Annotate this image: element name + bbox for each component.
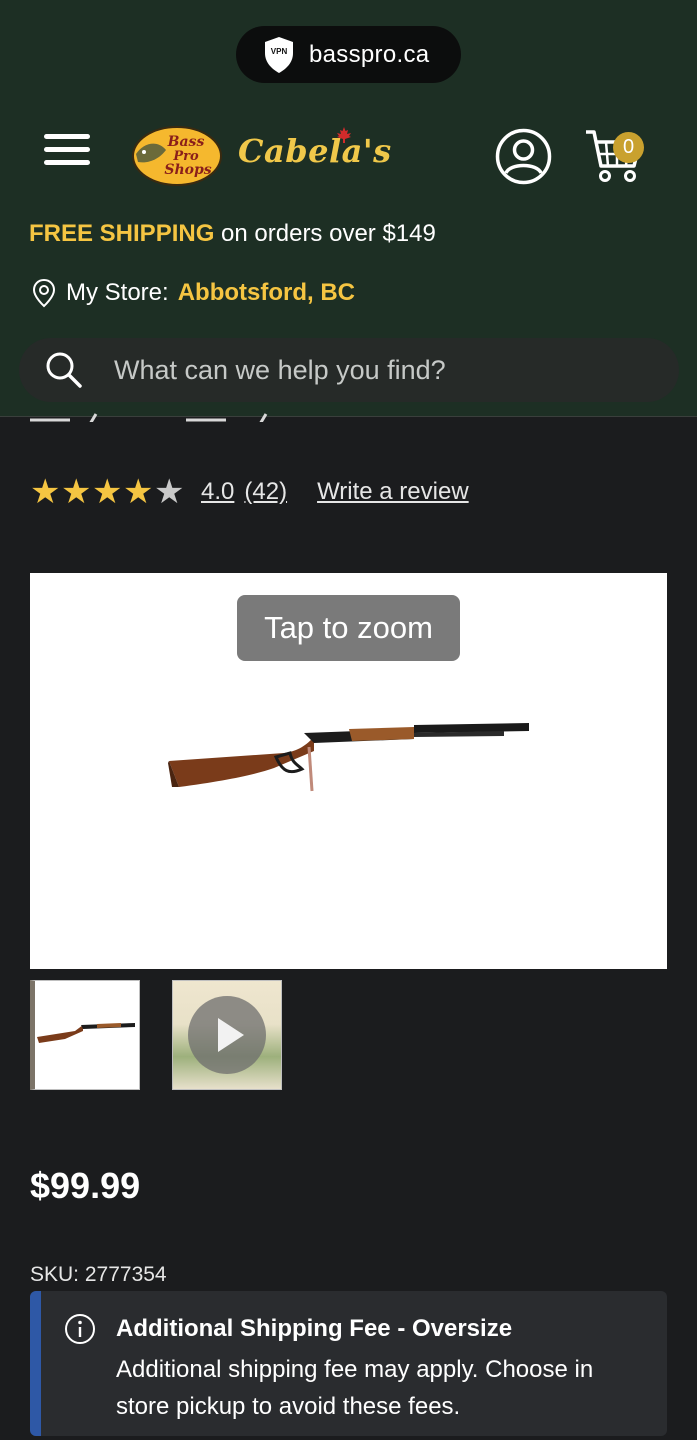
star-icon: ★ <box>30 473 61 511</box>
hamburger-menu-icon[interactable] <box>44 134 90 170</box>
star-icon: ★ <box>92 473 123 511</box>
tap-to-zoom-hint: Tap to zoom <box>237 595 460 661</box>
star-icon: ★ <box>61 473 92 511</box>
account-icon[interactable] <box>495 128 552 185</box>
play-icon <box>218 1018 244 1052</box>
cabelas-logo[interactable]: Cabela's <box>238 132 392 170</box>
bass-pro-shops-logo[interactable]: Bass Pro Shops <box>130 124 224 188</box>
vpn-shield-icon: VPN <box>265 36 293 73</box>
free-shipping-highlight: FREE SHIPPING <box>29 220 215 247</box>
star-icon: ★ <box>123 473 154 511</box>
star-rating: ★ ★ ★ ★ ★ <box>30 475 185 509</box>
search-bar[interactable]: What can we help you find? <box>19 338 679 402</box>
location-pin-icon <box>32 278 56 308</box>
my-store-label: My Store: <box>66 279 169 306</box>
rating-value[interactable]: 4.0 <box>201 478 234 506</box>
product-image[interactable]: Tap to zoom <box>30 573 667 969</box>
search-input[interactable]: What can we help you find? <box>114 355 446 386</box>
star-icon: ★ <box>154 473 185 511</box>
info-icon <box>65 1314 95 1344</box>
thumbnail-image[interactable] <box>30 980 140 1090</box>
review-count[interactable]: (42) <box>244 478 287 506</box>
logo-word-shops: Shops <box>164 162 211 178</box>
url-text: basspro.ca <box>309 40 430 68</box>
logo-word-bass: Bass <box>167 134 205 150</box>
product-sku: SKU: 2777354 <box>30 1263 167 1286</box>
notice-body: Additional shipping fee may apply. Choos… <box>116 1356 594 1420</box>
my-store-value[interactable]: Abbotsford, BC <box>178 279 355 307</box>
cart-count-badge: 0 <box>613 132 644 163</box>
product-title-clipped <box>30 413 268 422</box>
site-header: VPN basspro.ca Bass Pro Shops Cabela's 0… <box>0 0 697 417</box>
free-shipping-text: on orders over $149 <box>214 220 436 247</box>
play-button[interactable] <box>188 996 266 1074</box>
notice-title: Additional Shipping Fee - Oversize <box>116 1315 513 1342</box>
free-shipping-banner: FREE SHIPPING on orders over $149 <box>29 220 436 248</box>
address-bar[interactable]: VPN basspro.ca <box>236 26 461 83</box>
oversize-shipping-notice: Additional Shipping Fee - Oversize Addit… <box>30 1291 667 1436</box>
maple-leaf-icon <box>337 127 351 143</box>
video-thumbnail[interactable] <box>172 980 282 1090</box>
my-store[interactable]: My Store: Abbotsford, BC <box>32 276 355 310</box>
search-icon <box>46 352 82 388</box>
rifle-image <box>168 723 529 792</box>
write-review-link[interactable]: Write a review <box>317 478 469 506</box>
product-price: $99.99 <box>30 1165 141 1206</box>
rating-row: ★ ★ ★ ★ ★ 4.0 (42) Write a review <box>30 475 469 509</box>
notice-accent-bar <box>30 1291 41 1436</box>
vpn-label: VPN <box>271 47 288 56</box>
rifle-thumbnail-icon <box>37 1023 135 1043</box>
